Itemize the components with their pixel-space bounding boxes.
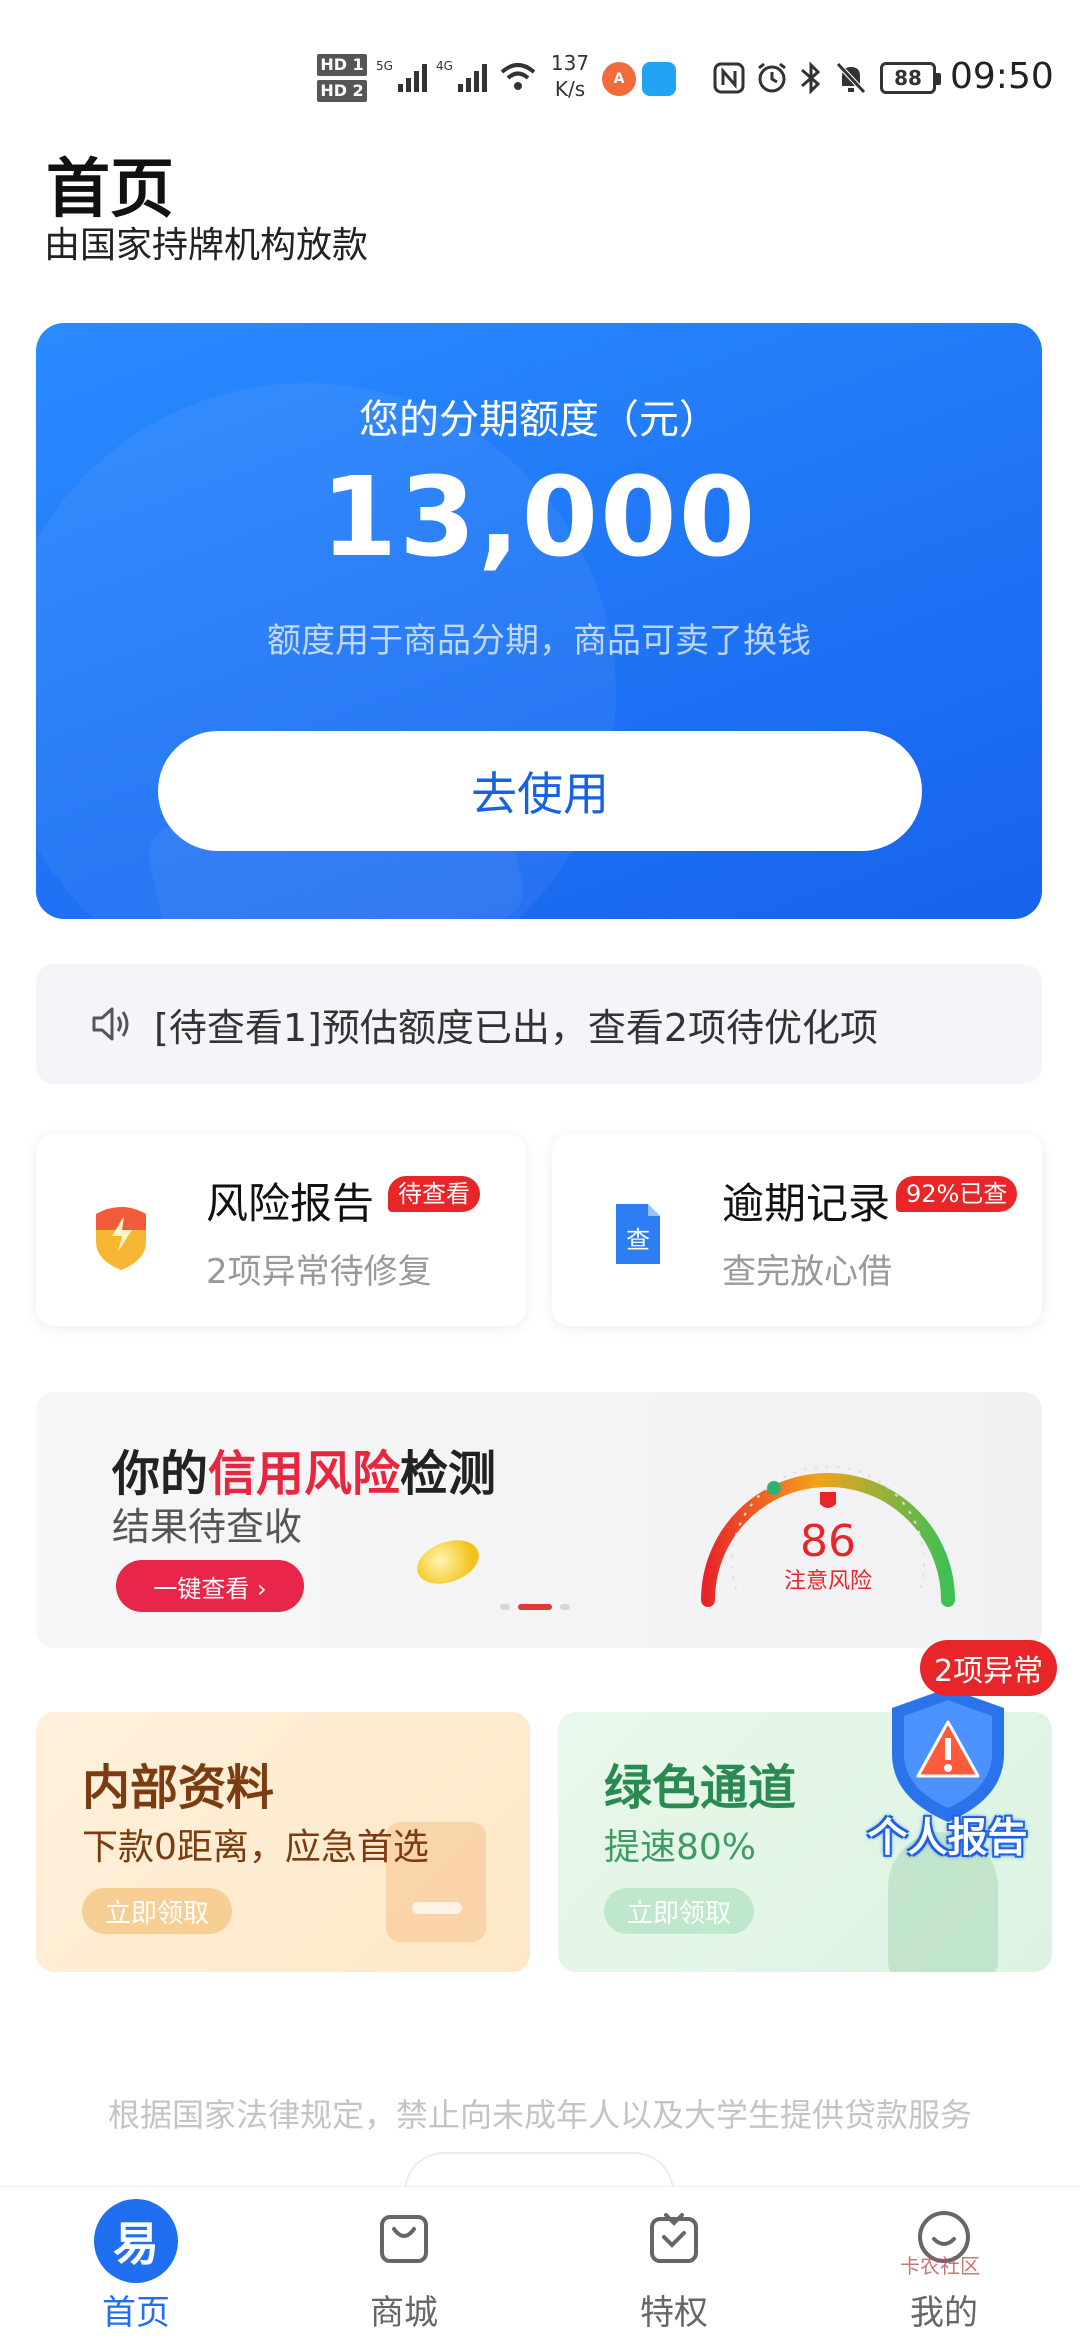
nav-home[interactable]: 易 首页	[36, 2187, 236, 2340]
hd1-label: HD 1	[317, 54, 367, 76]
quota-card: 您的分期额度（元） 13,000 额度用于商品分期，商品可卖了换钱 去使用	[36, 323, 1042, 919]
carousel-dot	[500, 1604, 510, 1610]
signal-5g-icon: 5G	[376, 58, 436, 94]
wifi-icon	[498, 58, 538, 94]
watermark: 卡农社区	[900, 2254, 980, 2278]
status-bar: HD 1 HD 2 5G 4G 137 K/s A 88 09:50	[0, 0, 1080, 130]
svg-text:查: 查	[626, 1226, 650, 1254]
battery-level: 88	[894, 66, 922, 90]
promo-subtitle: 下款0距离，应急首选	[82, 1827, 429, 1868]
warning-shield-icon	[820, 1492, 836, 1508]
one-click-check-button[interactable]: 一键查看 ›	[116, 1560, 304, 1612]
status-badge: 92%已查	[896, 1176, 1018, 1212]
carousel-indicator	[500, 1604, 570, 1610]
network-speed: 137 K/s	[540, 50, 600, 102]
claim-button[interactable]: 立即领取	[604, 1888, 754, 1934]
nav-home-label: 首页	[102, 2293, 170, 2333]
bluetooth-icon	[798, 56, 824, 100]
hd2-label: HD 2	[317, 80, 367, 102]
overdue-record-subtitle: 查完放心借	[722, 1252, 892, 1292]
legal-notice: 根据国家法律规定，禁止向未成年人以及大学生提供贷款服务	[107, 2096, 972, 2134]
gauge-pointer	[767, 1481, 781, 1495]
promo-subtitle: 提速80%	[604, 1827, 757, 1868]
quota-amount: 13,000	[320, 453, 758, 581]
title-suffix: 检测	[400, 1446, 497, 1502]
shopping-bag-icon	[380, 2215, 428, 2263]
mute-icon	[834, 56, 868, 100]
svg-text:4G: 4G	[436, 59, 453, 73]
page-subtitle: 由国家持牌机构放款	[44, 225, 369, 266]
anomaly-badge: 2项异常	[920, 1640, 1058, 1696]
risk-score-label: 注意风险	[784, 1569, 872, 1594]
nav-privilege-label: 特权	[640, 2293, 708, 2333]
speed-unit: K/s	[554, 77, 586, 101]
nav-mall[interactable]: 商城	[304, 2187, 504, 2340]
privilege-bag-icon	[650, 2213, 698, 2263]
risk-score: 86	[800, 1516, 856, 1567]
shield-lightning-icon	[96, 1207, 146, 1270]
claim-button[interactable]: 立即领取	[82, 1888, 232, 1934]
risk-report-card[interactable]: 风险报告 待查看 2项异常待修复	[36, 1134, 526, 1326]
promo-title: 绿色通道	[604, 1760, 797, 1816]
battery-icon: 88	[880, 62, 941, 94]
quota-label: 您的分期额度（元）	[359, 397, 719, 443]
credit-banner-title: 你的信用风险检测	[112, 1434, 496, 1504]
nfc-icon	[712, 56, 746, 100]
nav-privilege[interactable]: 特权	[574, 2187, 774, 2340]
home-icon: 易	[94, 2199, 178, 2283]
internal-info-card[interactable]: 内部资料 下款0距离，应急首选 立即领取	[36, 1712, 530, 1972]
nav-mine-label: 我的	[910, 2293, 978, 2333]
status-badge: 待查看	[388, 1176, 480, 1212]
notice-bar[interactable]: [待查看1]预估额度已出，查看2项待优化项	[36, 964, 1042, 1084]
use-quota-button[interactable]: 去使用	[158, 731, 922, 851]
carousel-dot	[560, 1604, 570, 1610]
personal-report-label: 个人报告	[867, 1815, 1028, 1861]
hd-indicator: HD 1 HD 2	[316, 50, 368, 106]
overdue-record-card[interactable]: 查 逾期记录 92%已查 查完放心借	[552, 1134, 1042, 1326]
credit-banner-subtitle: 结果待查收	[112, 1505, 303, 1549]
credit-risk-banner[interactable]: 你的信用风险检测 结果待查收 一键查看 › 86 注意风险	[36, 1392, 1042, 1648]
carousel-dot-active	[518, 1604, 552, 1610]
nav-mall-label: 商城	[370, 2293, 438, 2333]
document-check-icon: 查	[616, 1204, 660, 1264]
personal-report-float-button[interactable]: 2项异常 个人报告	[860, 1640, 1060, 1870]
speed-value: 137	[550, 51, 590, 75]
coin-icon	[411, 1532, 485, 1592]
svg-text:5G: 5G	[376, 59, 393, 73]
risk-report-subtitle: 2项异常待修复	[206, 1252, 432, 1292]
title-highlight: 信用风险	[208, 1446, 401, 1502]
clock: 09:50	[950, 56, 1054, 97]
overdue-record-title: 逾期记录	[722, 1179, 891, 1228]
signal-4g-icon: 4G	[436, 58, 496, 94]
promo-title: 内部资料	[82, 1760, 275, 1816]
risk-gauge: 86 注意风险	[701, 1465, 955, 1607]
risk-report-title: 风险报告	[206, 1179, 375, 1228]
notice-text: [待查看1]预估额度已出，查看2项待优化项	[154, 1005, 879, 1050]
app-a-icon: A	[602, 62, 636, 96]
speaker-icon	[92, 1007, 129, 1041]
quota-description: 额度用于商品分期，商品可卖了换钱	[267, 621, 811, 661]
title-prefix: 你的	[112, 1446, 209, 1502]
alarm-icon	[754, 56, 790, 100]
app-notify-icon	[642, 62, 676, 96]
